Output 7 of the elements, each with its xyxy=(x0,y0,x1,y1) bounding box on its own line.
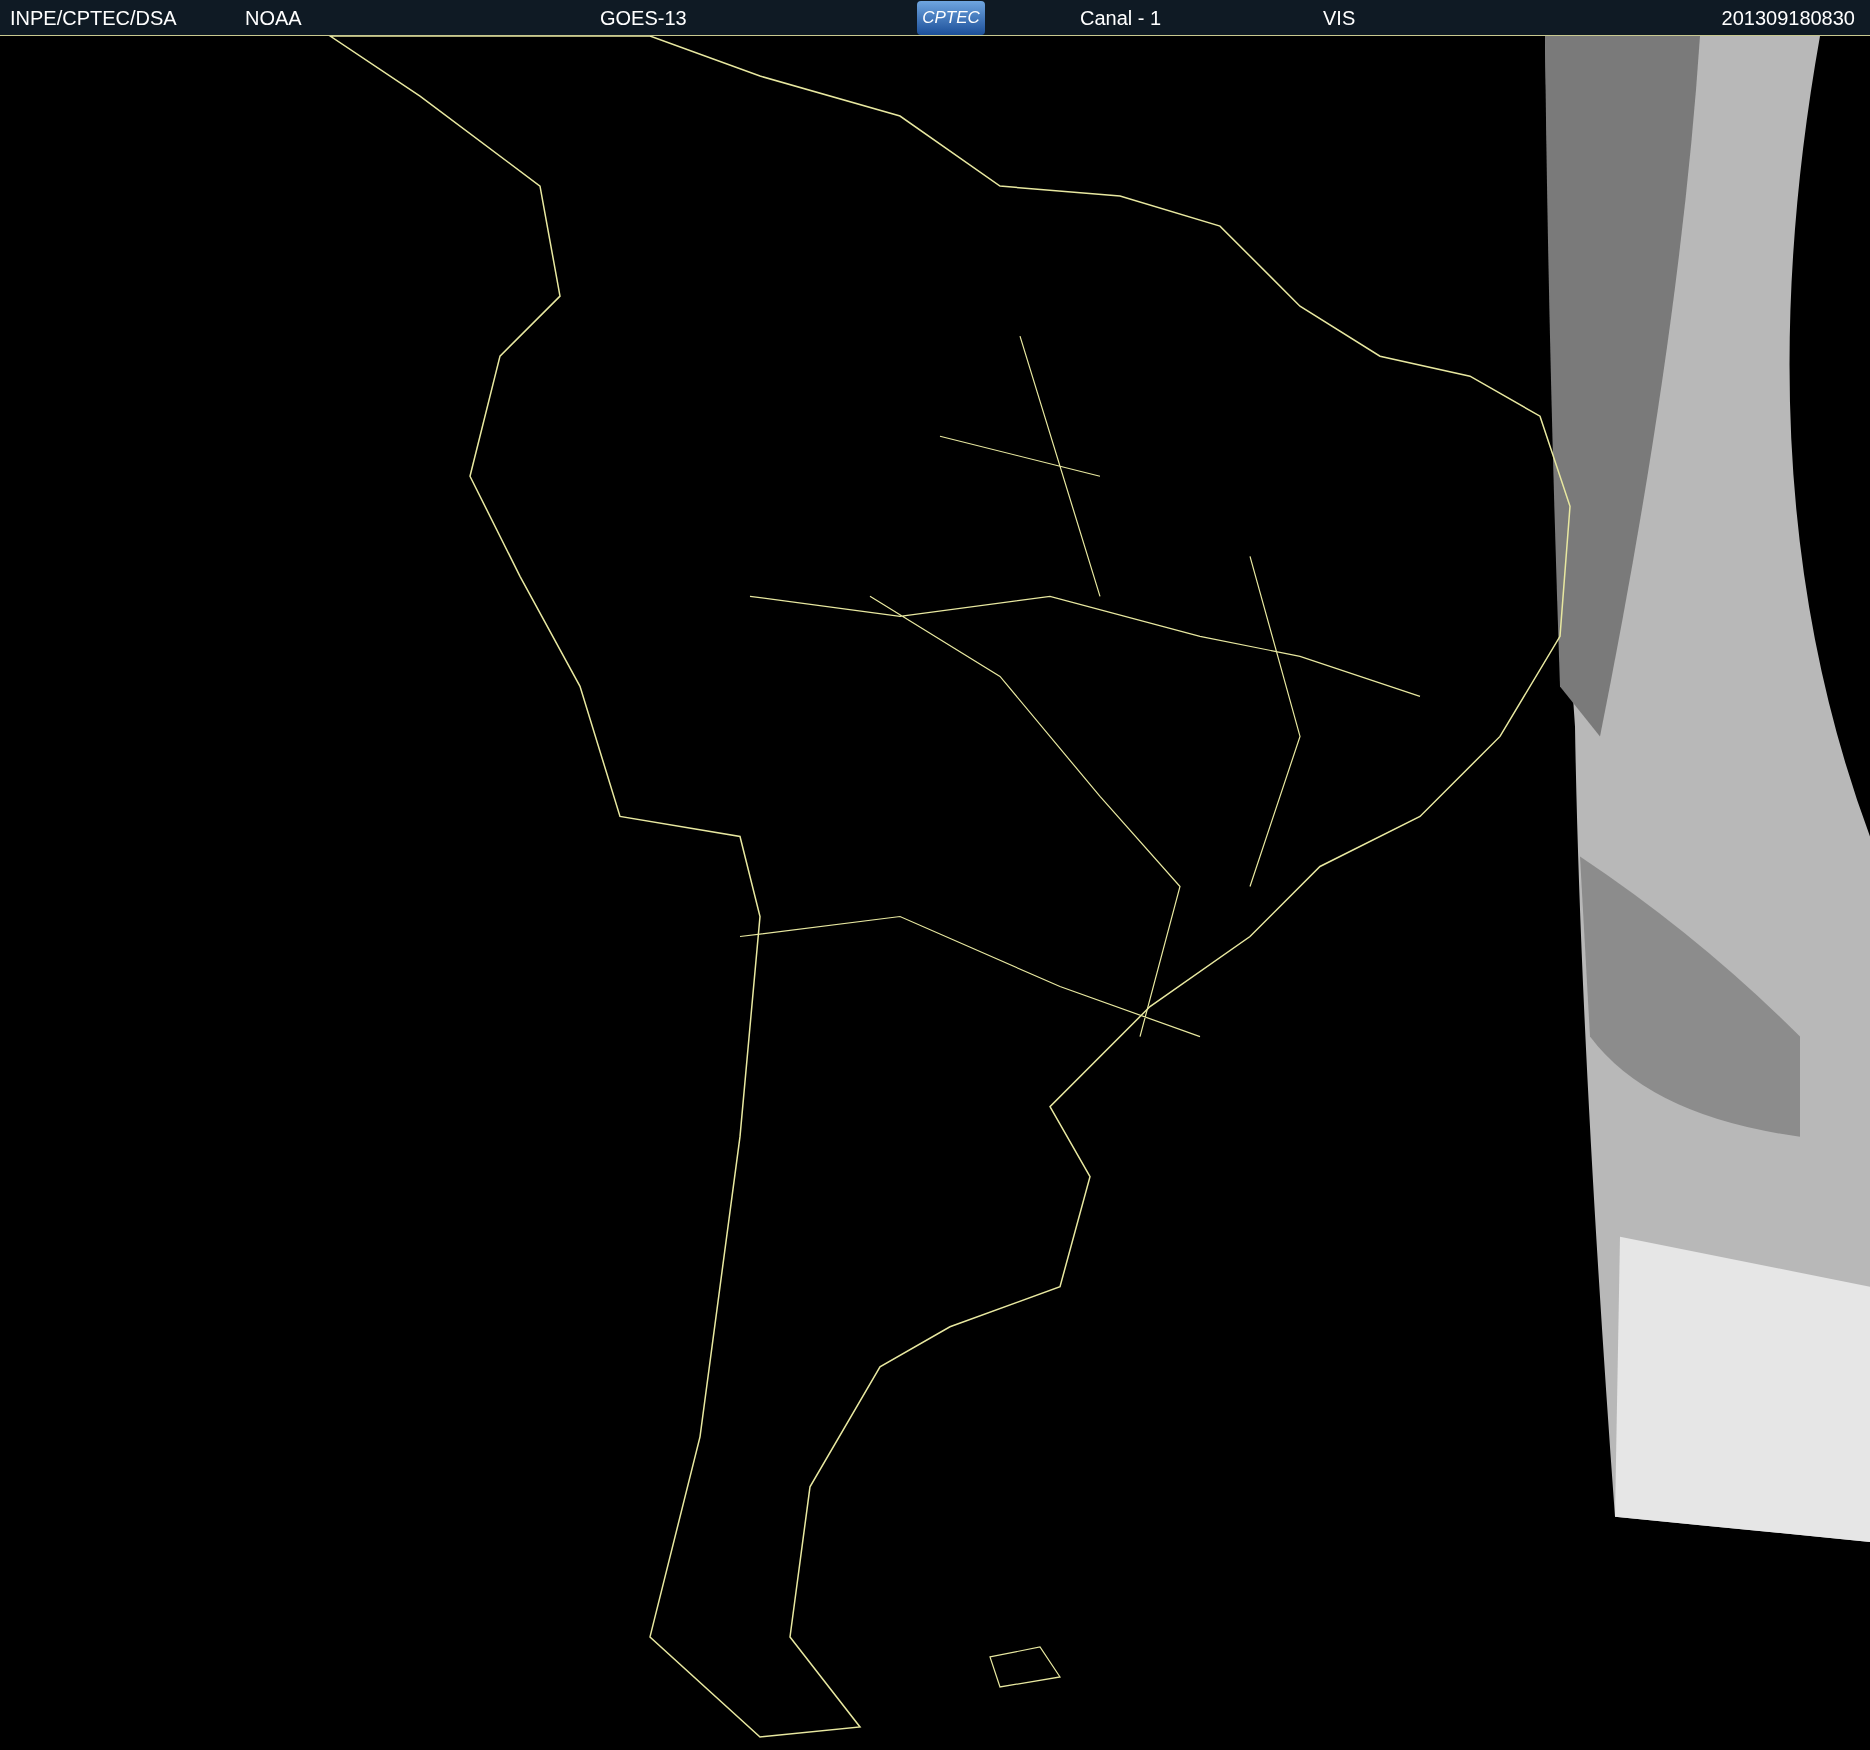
header-label: INPE/CPTEC/DSA xyxy=(10,5,178,31)
logo: CPTEC xyxy=(917,0,985,35)
header-label: 201309180830 xyxy=(1721,5,1855,31)
header-label: GOES-13 xyxy=(600,5,688,31)
header-label: Canal - 1 xyxy=(1080,5,1163,31)
header-label: VIS xyxy=(1323,5,1356,31)
header-label: NOAA xyxy=(245,5,303,31)
